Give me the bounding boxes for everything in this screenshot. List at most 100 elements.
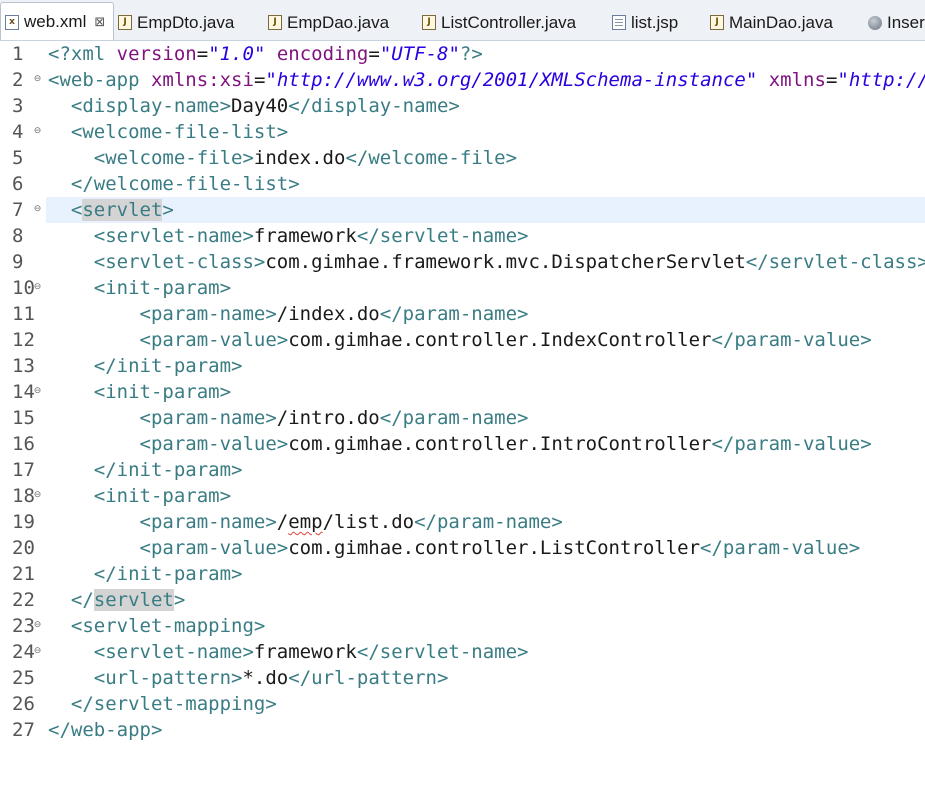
code-text: </init-param> [48,457,243,483]
globe-icon [868,15,882,30]
code-line[interactable]: 12 <param-value>com.gimhae.controller.In… [0,327,925,353]
token-tag: <param-value> [139,433,289,455]
line-gutter: 21 [0,561,46,587]
fold-collapse-icon[interactable]: ⊖ [33,491,42,500]
code-text: <url-pattern>*.do</url-pattern> [48,665,449,691]
line-number: 6 [12,173,24,195]
code-line[interactable]: 5 <welcome-file>index.do</welcome-file> [0,145,925,171]
xml-editor[interactable]: 1 <?xml version="1.0" encoding="UTF-8"?> 2… [0,41,925,811]
token-pi: xml [70,43,106,65]
tab-empdto-java[interactable]: J EmpDto.java [118,5,234,40]
line-number: 22 [12,589,35,611]
code-line[interactable]: 13 </init-param> [0,353,925,379]
token-txt: Day40 [231,95,289,117]
token-tag: <param-name> [139,407,277,429]
token-tag: </param-name> [414,511,563,533]
fold-collapse-icon[interactable]: ⊖ [33,127,42,136]
token-tag: web-app [59,69,140,91]
code-line[interactable]: 16 <param-value>com.gimhae.controller.In… [0,431,925,457]
code-text: <param-name>/index.do</param-name> [48,301,529,327]
code-line[interactable]: 27 </web-app> [0,717,925,743]
code-line[interactable]: 14 ⊖ <init-param> [0,379,925,405]
tab-listcontroller-java[interactable]: J ListController.java [422,5,576,40]
code-line[interactable]: 15 <param-name>/intro.do</param-name> [0,405,925,431]
tab-web-xml[interactable]: x web.xml ⊠ [0,2,115,40]
token-txt: com.gimhae.controller.IntroController [288,433,712,455]
code-line[interactable]: 3 <display-name>Day40</display-name> [0,93,925,119]
code-line[interactable]: 7 ⊖ <servlet> [0,197,925,223]
line-gutter: 18 ⊖ [0,483,46,509]
code-line[interactable]: 4 ⊖ <welcome-file-list> [0,119,925,145]
code-line[interactable]: 19 <param-name>/emp/list.do</param-name> [0,509,925,535]
fold-collapse-icon[interactable]: ⊖ [33,283,42,292]
code-line[interactable]: 2 ⊖ <web-app xmlns:xsi="http://www.w3.org/… [0,67,925,93]
tab-label: EmpDao.java [287,12,390,32]
token-pi: <? [48,43,71,65]
code-line[interactable]: 23 ⊖ <servlet-mapping> [0,613,925,639]
line-number: 20 [12,537,35,559]
token-txt: com.gimhae.framework.mvc.DispatcherServl… [265,251,746,273]
close-tab-icon[interactable]: ⊠ [94,15,105,30]
tab-maindao-java[interactable]: J MainDao.java [710,5,833,40]
code-text: <servlet-name>framework</servlet-name> [48,639,529,665]
tab-empdao-java[interactable]: J EmpDao.java [268,5,389,40]
code-line[interactable]: 24 ⊖ <servlet-name>framework</servlet-nam… [0,639,925,665]
code-text: </init-param> [48,353,243,379]
code-line[interactable]: 8 <servlet-name>framework</servlet-name> [0,223,925,249]
code-line[interactable]: 6 </welcome-file-list> [0,171,925,197]
token-tag: > [162,199,174,221]
token-tag: <welcome-file> [93,147,254,169]
line-number: 13 [12,355,35,377]
code-line[interactable]: 26 </servlet-mapping> [0,691,925,717]
token-tag: </param-value> [700,537,861,559]
token-pi: ?> [459,43,483,65]
token-tag: </init-param> [93,355,243,377]
token-tag: <param-name> [139,303,277,325]
code-line[interactable]: 9 <servlet-class>com.gimhae.framework.mv… [0,249,925,275]
line-number: 15 [12,407,35,429]
line-gutter: 8 [0,223,46,249]
line-gutter: 26 [0,691,46,717]
line-gutter: 14 ⊖ [0,379,46,405]
code-line[interactable]: 17 </init-param> [0,457,925,483]
fold-collapse-icon[interactable]: ⊖ [33,621,42,630]
token-txt: index.do [253,147,346,169]
code-line[interactable]: 25 <url-pattern>*.do</url-pattern> [0,665,925,691]
line-gutter: 15 [0,405,46,431]
code-line[interactable]: 21 </init-param> [0,561,925,587]
line-gutter: 6 [0,171,46,197]
fold-collapse-icon[interactable]: ⊖ [33,75,42,84]
token-tag: </init-param> [93,563,243,585]
fold-collapse-icon[interactable]: ⊖ [33,205,42,214]
token-txt: com.gimhae.controller.ListController [288,537,701,559]
tab-list-jsp[interactable]: list.jsp [612,5,678,40]
code-line[interactable]: 20 <param-value>com.gimhae.controller.Li… [0,535,925,561]
line-number: 9 [12,251,24,273]
code-line[interactable]: 10 ⊖ <init-param> [0,275,925,301]
token-txt: /list.do [322,511,415,533]
code-line[interactable]: 1 <?xml version="1.0" encoding="UTF-8"?> [0,41,925,67]
tab-inser[interactable]: Inser [868,5,925,40]
code-text: </servlet> [48,587,185,613]
fold-collapse-icon[interactable]: ⊖ [33,387,42,396]
code-line[interactable]: 18 ⊖ <init-param> [0,483,925,509]
line-number: 11 [12,303,35,325]
code-text: <init-param> [48,483,231,509]
code-line[interactable]: 11 <param-name>/index.do</param-name> [0,301,925,327]
token-str: "http://www.w3.org/2001/XMLSchema-instan… [265,69,758,91]
code-line[interactable]: 22 </servlet> [0,587,925,613]
line-gutter: 7 ⊖ [0,197,46,223]
token-tag: </param-name> [379,407,529,429]
spelling-warning: emp [288,511,323,533]
fold-collapse-icon[interactable]: ⊖ [33,647,42,656]
